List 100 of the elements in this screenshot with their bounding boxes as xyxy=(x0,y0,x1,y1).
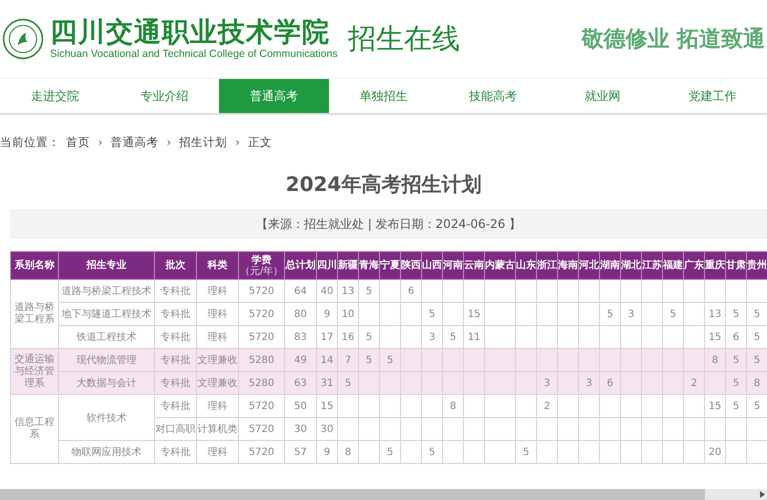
table-cell: 6 xyxy=(732,332,740,342)
table-cell: 3 xyxy=(586,378,592,388)
table-cell: 5280 xyxy=(248,354,274,366)
column-header: 海南 xyxy=(558,260,578,271)
table-cell: 5 xyxy=(344,378,352,388)
nav-tab[interactable]: 单独招生 xyxy=(328,79,438,113)
table-cell: 20 xyxy=(708,446,722,458)
column-header: 青海 xyxy=(359,260,379,271)
table-cell: 5720 xyxy=(248,332,274,342)
college-name: 四川交通职业技术学院 xyxy=(50,18,331,48)
table-cell: 5 xyxy=(386,354,394,366)
table-cell: 理科 xyxy=(208,401,228,412)
college-emblem-icon xyxy=(2,18,44,60)
breadcrumb-separator: › xyxy=(166,135,172,149)
department-name: 信息工程系 xyxy=(10,394,58,464)
scrollbar[interactable] xyxy=(0,489,767,500)
table-cell: 5 xyxy=(366,354,372,366)
table-cell: 30 xyxy=(294,424,307,434)
nav-tab[interactable]: 普通高考 xyxy=(219,79,329,113)
breadcrumb-link[interactable]: 招生计划 xyxy=(179,134,228,150)
breadcrumb-link[interactable]: 普通高考 xyxy=(110,134,159,150)
table-cell: 理科 xyxy=(208,332,228,343)
nav-tab[interactable]: 技能高考 xyxy=(438,79,548,113)
article-title: 2024年高考招生计划 xyxy=(284,171,482,198)
table-cell: 15 xyxy=(468,308,480,320)
table-cell: 专科批 xyxy=(160,332,190,343)
table-cell: 5 xyxy=(732,308,740,320)
table-cell: 文理兼收 xyxy=(198,378,238,389)
major-name: 软件技术 xyxy=(86,412,126,424)
column-header: 宁夏 xyxy=(380,260,400,271)
table-cell: 5720 xyxy=(248,308,274,320)
table-cell: 文理兼收 xyxy=(198,355,238,366)
nav-tab[interactable]: 专业介绍 xyxy=(110,79,220,113)
column-header: 总计划 xyxy=(286,260,316,271)
column-header: 山西 xyxy=(422,260,442,271)
breadcrumb-separator: › xyxy=(98,135,103,149)
column-header: 福建 xyxy=(663,260,683,271)
site-title: 招生在线 xyxy=(348,21,460,57)
table-cell: 专科批 xyxy=(160,447,190,458)
column-header: 科类 xyxy=(208,260,228,271)
table-cell: 13 xyxy=(708,308,722,320)
table-cell: 6 xyxy=(408,286,414,296)
table-cell: 5 xyxy=(754,400,760,412)
column-header: 新疆 xyxy=(338,260,358,271)
department-name: 交通运输与经济管理系 xyxy=(10,348,58,394)
nav-tab[interactable]: 党建工作 xyxy=(657,79,767,113)
table-cell: 专科批 xyxy=(160,286,190,297)
column-header: 批次 xyxy=(166,260,186,271)
column-header: 贵州 xyxy=(747,260,767,271)
table-cell: 5 xyxy=(428,446,436,458)
table-cell: 3 xyxy=(628,308,634,320)
table-cell: 40 xyxy=(320,286,334,296)
table-cell: 5 xyxy=(428,308,436,320)
table-cell: 64 xyxy=(294,286,307,296)
table-cell: 5 xyxy=(754,354,760,366)
column-header: 学费 （元/年） xyxy=(240,254,284,276)
column-header: 重庆 xyxy=(705,260,725,271)
table-cell: 5 xyxy=(522,446,530,458)
table-cell: 5 xyxy=(670,308,676,320)
nav-tab[interactable]: 就业网 xyxy=(548,79,658,113)
table-cell: 6 xyxy=(606,378,614,388)
column-header: 广东 xyxy=(684,260,704,271)
table-cell: 50 xyxy=(294,400,307,412)
table-cell: 5720 xyxy=(248,446,274,458)
table-cell: 13 xyxy=(342,286,354,296)
table-cell: 专科批 xyxy=(160,355,190,366)
column-header: 浙江 xyxy=(537,260,557,271)
column-header: 系别名称 xyxy=(14,260,54,271)
table-cell: 5 xyxy=(366,332,372,342)
table-cell: 5 xyxy=(606,308,614,320)
table-cell: 3 xyxy=(428,332,436,342)
table-cell: 80 xyxy=(294,308,307,320)
column-header: 云南 xyxy=(464,260,484,271)
breadcrumb-label: 当前位置： xyxy=(0,134,60,150)
table-cell: 5 xyxy=(732,354,740,366)
table-cell: 对口高职 xyxy=(156,424,196,435)
column-header: 内蒙古 xyxy=(485,260,515,271)
table-cell: 5720 xyxy=(248,400,274,412)
table-cell: 49 xyxy=(294,354,307,366)
breadcrumb-link[interactable]: 首页 xyxy=(66,134,90,150)
table-cell: 理科 xyxy=(208,286,228,297)
major-name: 地下与隧道工程技术 xyxy=(62,309,152,320)
table-cell: 理科 xyxy=(208,447,228,458)
table-cell: 5 xyxy=(732,400,740,412)
column-header: 山东 xyxy=(516,260,536,271)
table-cell: 14 xyxy=(320,354,334,366)
table-cell: 5720 xyxy=(248,424,274,434)
breadcrumb-link[interactable]: 正文 xyxy=(248,134,272,150)
table-cell: 8 xyxy=(450,400,456,412)
table-cell: 30 xyxy=(320,424,334,434)
table-cell: 5720 xyxy=(248,286,274,296)
breadcrumb-separator: › xyxy=(235,135,240,149)
column-header: 湖北 xyxy=(621,260,641,271)
column-header: 河南 xyxy=(443,260,463,271)
table-cell: 计算机类 xyxy=(198,424,238,435)
arrow-right-icon[interactable] xyxy=(760,491,765,498)
table-cell: 15 xyxy=(708,332,722,342)
table-cell: 5 xyxy=(386,446,394,458)
table-cell: 17 xyxy=(320,332,334,342)
nav-tab[interactable]: 走进交院 xyxy=(0,79,110,113)
